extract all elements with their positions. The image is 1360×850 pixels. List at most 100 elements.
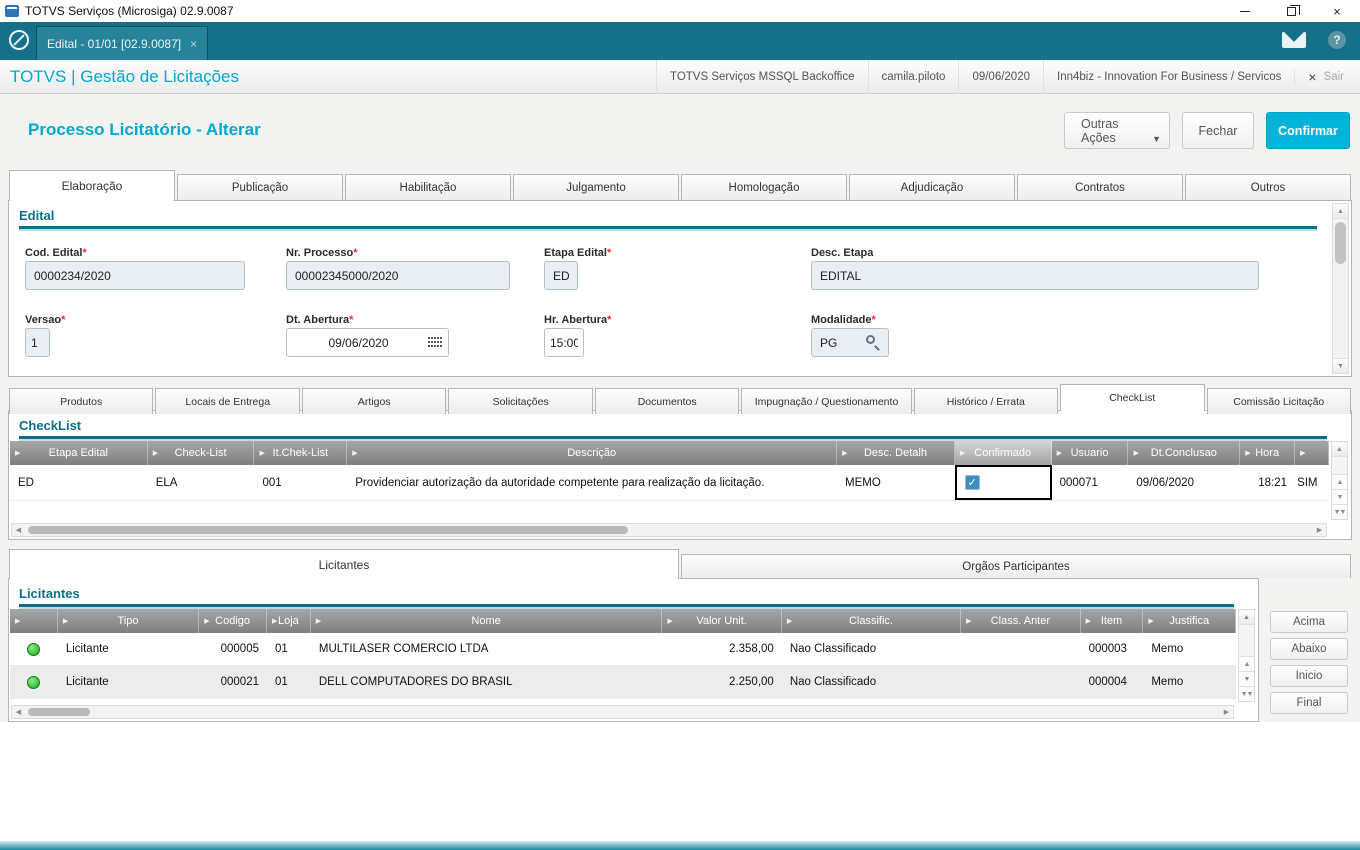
column-header-it-chek-list[interactable]: ▶It.Chek-List [254, 441, 347, 465]
column-header-status[interactable]: ▶ [10, 609, 58, 633]
column-header-extra[interactable]: ▶ [1295, 441, 1329, 465]
column-header-confirmado[interactable]: ▶Confirmado [955, 441, 1052, 465]
tab-adjudicacao[interactable]: Adjudicação [849, 174, 1015, 200]
grid-row-up-icon[interactable]: ▲ [1332, 474, 1347, 489]
close-window-button[interactable]: × [1314, 0, 1360, 22]
column-header-loja[interactable]: ▶Loja [267, 609, 311, 633]
scroll-down-icon[interactable]: ▼ [1333, 358, 1348, 373]
column-header-hora[interactable]: ▶Hora [1240, 441, 1295, 465]
column-header-justifica[interactable]: ▶Justifica [1143, 609, 1236, 633]
cell-desc-detalh: MEMO [837, 465, 955, 500]
dt-abertura-field[interactable] [286, 328, 449, 357]
column-header-dt-conclusao[interactable]: ▶Dt.Conclusao [1128, 441, 1240, 465]
grid-row-up-icon[interactable]: ▲ [1239, 656, 1254, 671]
tab-publicacao[interactable]: Publicação [177, 174, 343, 200]
scroll-right-icon[interactable]: ▶ [1220, 706, 1233, 718]
column-header-etapa-edital[interactable]: ▶Etapa Edital [10, 441, 148, 465]
cell-justifica: Memo [1143, 633, 1236, 665]
protheus-menu-icon[interactable] [9, 30, 29, 50]
column-header-valor-unit[interactable]: ▶Valor Unit. [662, 609, 782, 633]
nr-processo-field[interactable] [286, 261, 510, 290]
tab-julgamento[interactable]: Julgamento [513, 174, 679, 200]
licitante-row[interactable]: Licitante 000005 01 MULTILASER COMERCIO … [10, 633, 1236, 666]
column-header-item[interactable]: ▶Item [1081, 609, 1144, 633]
etapa-edital-field[interactable] [544, 261, 578, 290]
scroll-left-icon[interactable]: ◀ [12, 524, 25, 536]
licitantes-horizontal-scrollbar[interactable]: ◀ ▶ [11, 705, 1234, 719]
column-header-desc-detalh[interactable]: ▶Desc. Detalh [837, 441, 955, 465]
inicio-button[interactable]: Inicio [1270, 665, 1348, 687]
cell-codigo: 000021 [199, 666, 267, 698]
workspace-tab-close-icon[interactable]: × [190, 37, 197, 51]
grid-last-row-icon[interactable]: ▼▼ [1239, 686, 1254, 701]
grid-row-down-icon[interactable]: ▼ [1239, 671, 1254, 686]
hr-abertura-field[interactable] [544, 328, 584, 357]
licitantes-grid: ▶ ▶Tipo ▶Codigo ▶Loja ▶Nome ▶Valor Unit.… [10, 609, 1236, 699]
restore-button[interactable] [1268, 0, 1314, 22]
column-header-nome[interactable]: ▶Nome [311, 609, 663, 633]
desc-etapa-field[interactable] [811, 261, 1259, 290]
fechar-button[interactable]: Fechar [1182, 112, 1254, 149]
acima-button[interactable]: Acima [1270, 611, 1348, 633]
column-header-class-anter[interactable]: ▶Class. Anter [961, 609, 1081, 633]
tab-contratos[interactable]: Contratos [1017, 174, 1183, 200]
tab-licitantes[interactable]: Licitantes [9, 549, 679, 579]
modalidade-field[interactable] [811, 328, 889, 357]
user-label: camila.piloto [868, 60, 959, 94]
versao-field[interactable] [25, 328, 50, 357]
grid-row-down-icon[interactable]: ▼ [1332, 489, 1347, 504]
confirmar-button[interactable]: Confirmar [1266, 112, 1350, 149]
tab-impugnacao-questionamento[interactable]: Impugnação / Questionamento [741, 388, 911, 414]
cell-confirmado[interactable]: ✓ [955, 465, 1052, 500]
column-header-codigo[interactable]: ▶Codigo [199, 609, 267, 633]
tab-produtos[interactable]: Produtos [9, 388, 153, 414]
scroll-thumb[interactable] [28, 526, 628, 534]
cell-check-list: ELA [148, 465, 255, 500]
grid-first-row-icon[interactable]: ▲ [1332, 442, 1347, 457]
sort-arrow-icon: ▶ [1300, 449, 1305, 457]
cod-edital-field[interactable] [25, 261, 245, 290]
tab-orgaos-participantes[interactable]: Orgãos Participantes [681, 554, 1351, 578]
grid-last-row-icon[interactable]: ▼▼ [1332, 504, 1347, 519]
exit-button[interactable]: × Sair [1294, 69, 1360, 85]
tab-documentos[interactable]: Documentos [595, 388, 739, 414]
confirmado-checkbox[interactable]: ✓ [965, 475, 980, 490]
tab-historico-errata[interactable]: Histórico / Errata [914, 388, 1058, 414]
licitante-row[interactable]: Licitante 000021 01 DELL COMPUTADORES DO… [10, 666, 1236, 699]
grid-first-row-icon[interactable]: ▲ [1239, 610, 1254, 625]
checklist-vertical-scrollbar[interactable]: ▲ ▲ ▼ ▼▼ [1331, 441, 1348, 520]
scroll-thumb[interactable] [28, 708, 90, 716]
workspace-tab-edital[interactable]: Edital - 01/01 [02.9.0087] × [36, 26, 208, 60]
tab-habilitacao[interactable]: Habilitação [345, 174, 511, 200]
column-header-classific[interactable]: ▶Classific. [782, 609, 961, 633]
help-icon[interactable]: ? [1328, 31, 1346, 49]
scroll-right-icon[interactable]: ▶ [1313, 524, 1326, 536]
checklist-row[interactable]: ED ELA 001 Providenciar autorização da a… [10, 465, 1329, 501]
abaixo-button[interactable]: Abaixo [1270, 638, 1348, 660]
tab-outros[interactable]: Outros [1185, 174, 1351, 200]
tab-homologacao[interactable]: Homologação [681, 174, 847, 200]
column-header-usuario[interactable]: ▶Usuario [1052, 441, 1129, 465]
tab-elaboracao[interactable]: Elaboração [9, 170, 175, 201]
column-header-descricao[interactable]: ▶Descrição [347, 441, 837, 465]
tab-comissao-licitacao[interactable]: Comissão Licitação [1207, 388, 1351, 414]
search-icon[interactable] [866, 335, 875, 344]
scroll-thumb[interactable] [1335, 222, 1346, 264]
tab-locais-de-entrega[interactable]: Locais de Entrega [155, 388, 299, 414]
scroll-up-icon[interactable]: ▲ [1333, 204, 1348, 219]
outras-acoes-button[interactable]: Outras Ações ▼ [1064, 112, 1170, 149]
column-header-check-list[interactable]: ▶Check-List [148, 441, 255, 465]
edital-vertical-scrollbar[interactable]: ▲ ▼ [1332, 203, 1349, 374]
minimize-button[interactable] [1222, 0, 1268, 22]
bottom-accent-strip [0, 841, 1360, 850]
checklist-horizontal-scrollbar[interactable]: ◀ ▶ [11, 523, 1327, 537]
column-header-tipo[interactable]: ▶Tipo [58, 609, 199, 633]
licitantes-vertical-scrollbar[interactable]: ▲ ▲ ▼ ▼▼ [1238, 609, 1255, 702]
final-button[interactable]: Final [1270, 692, 1348, 714]
tab-checklist[interactable]: CheckList [1060, 384, 1204, 411]
tab-artigos[interactable]: Artigos [302, 388, 446, 414]
calendar-icon[interactable] [428, 337, 442, 348]
scroll-left-icon[interactable]: ◀ [12, 706, 25, 718]
tab-solicitacoes[interactable]: Solicitações [448, 388, 592, 414]
mail-icon[interactable] [1282, 32, 1306, 48]
